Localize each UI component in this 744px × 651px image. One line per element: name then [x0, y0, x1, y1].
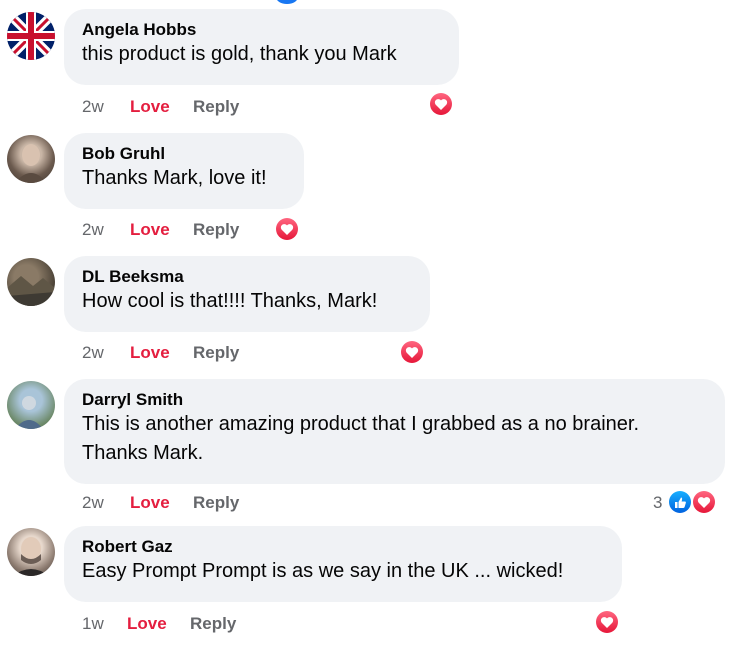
- love-button[interactable]: Love: [127, 614, 167, 634]
- comment-bubble: DL Beeksma How cool is that!!!! Thanks, …: [64, 256, 430, 332]
- comment-author[interactable]: Angela Hobbs: [82, 20, 441, 40]
- comment-author[interactable]: Bob Gruhl: [82, 144, 286, 164]
- robert-avatar[interactable]: [7, 528, 55, 576]
- comment-text: How cool is that!!!! Thanks, Mark!: [82, 290, 378, 312]
- love-reaction[interactable]: [594, 609, 620, 635]
- reaction-edge: [276, 0, 298, 4]
- timestamp[interactable]: 2w: [82, 343, 104, 363]
- timestamp[interactable]: 2w: [82, 493, 104, 513]
- darryl-avatar[interactable]: [7, 381, 55, 429]
- uk-flag-avatar[interactable]: [7, 12, 55, 60]
- love-reaction[interactable]: [274, 216, 300, 242]
- reply-button[interactable]: Reply: [190, 614, 236, 634]
- reply-button[interactable]: Reply: [193, 343, 239, 363]
- comment-bubble: Robert Gaz Easy Prompt Prompt is as we s…: [64, 526, 622, 602]
- reply-button[interactable]: Reply: [193, 97, 239, 117]
- comment-text: this product is gold, thank you Mark: [82, 43, 397, 65]
- reply-button[interactable]: Reply: [193, 220, 239, 240]
- love-reaction[interactable]: [399, 339, 425, 365]
- timestamp[interactable]: 1w: [82, 614, 104, 634]
- reaction-count[interactable]: 3: [653, 493, 662, 513]
- comment-text: Thanks Mark, love it!: [82, 167, 267, 189]
- dl-avatar[interactable]: [7, 258, 55, 306]
- comment-author[interactable]: DL Beeksma: [82, 267, 412, 287]
- landscape-photo-icon: [7, 276, 55, 306]
- comment-author[interactable]: Darryl Smith: [82, 390, 707, 410]
- like-reaction[interactable]: [667, 489, 693, 515]
- heart-icon: [600, 616, 614, 628]
- love-button[interactable]: Love: [130, 97, 170, 117]
- reply-button[interactable]: Reply: [193, 493, 239, 513]
- heart-icon: [434, 98, 448, 110]
- person-photo-icon: [13, 537, 49, 576]
- uk-flag-icon: [7, 12, 55, 60]
- heart-icon: [405, 346, 419, 358]
- bob-avatar[interactable]: [7, 135, 55, 183]
- love-button[interactable]: Love: [130, 343, 170, 363]
- person-photo-icon: [15, 396, 43, 429]
- love-button[interactable]: Love: [130, 493, 170, 513]
- thumbs-up-icon: [674, 497, 686, 508]
- love-button[interactable]: Love: [130, 220, 170, 240]
- comment-text-line-2: Thanks Mark.: [82, 442, 204, 464]
- comment-bubble: Darryl Smith This is another amazing pro…: [64, 379, 725, 484]
- comment-text-line-1: This is another amazing product that I g…: [82, 413, 640, 435]
- comment-bubble: Bob Gruhl Thanks Mark, love it!: [64, 133, 304, 209]
- timestamp[interactable]: 2w: [82, 97, 104, 117]
- comment-bubble: Angela Hobbs this product is gold, thank…: [64, 9, 459, 85]
- heart-icon: [697, 496, 711, 508]
- comment-text: Easy Prompt Prompt is as we say in the U…: [82, 560, 564, 582]
- love-reaction[interactable]: [691, 489, 717, 515]
- heart-icon: [280, 223, 294, 235]
- person-photo-icon: [15, 144, 47, 183]
- love-reaction[interactable]: [428, 91, 454, 117]
- timestamp[interactable]: 2w: [82, 220, 104, 240]
- comment-author[interactable]: Robert Gaz: [82, 537, 604, 557]
